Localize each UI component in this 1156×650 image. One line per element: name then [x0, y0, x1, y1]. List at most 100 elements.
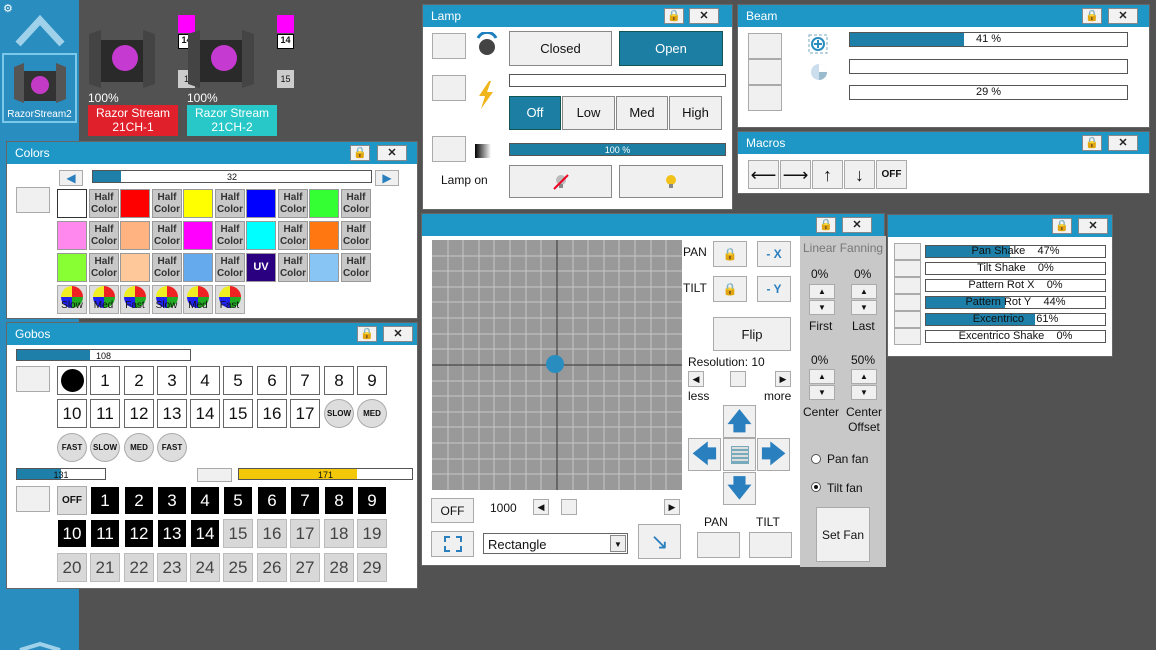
beam-bar-1[interactable]: 41 %: [849, 32, 1128, 47]
speed-slider-handle[interactable]: [561, 499, 577, 515]
gobo2-button[interactable]: 12: [124, 519, 154, 548]
gobo-button[interactable]: 9: [357, 366, 387, 395]
apply-efx-button[interactable]: ↘: [638, 524, 681, 559]
pan-lock-button[interactable]: 🔒: [713, 241, 747, 267]
gobo-button[interactable]: 6: [257, 366, 287, 395]
rainbow-speed-button[interactable]: Fast: [214, 285, 245, 314]
gobo2-button[interactable]: 13: [157, 519, 187, 548]
gobo2-button[interactable]: 18: [324, 519, 354, 548]
first-up-button[interactable]: ▲: [809, 284, 835, 299]
beam-bar-3[interactable]: 29 %: [849, 85, 1128, 100]
lock-icon[interactable]: 🔒: [664, 8, 684, 24]
color-wheel-bar[interactable]: 32: [92, 170, 372, 183]
gobo-button[interactable]: 12: [124, 399, 154, 428]
pan-fine-preset[interactable]: [697, 532, 740, 558]
gobo2-button[interactable]: 11: [90, 519, 120, 548]
speed-more-button[interactable]: ▶: [664, 499, 680, 515]
half-color-button[interactable]: Half Color: [152, 189, 182, 218]
minus-y-button[interactable]: - Y: [757, 276, 791, 302]
set-fan-button[interactable]: Set Fan: [816, 507, 870, 562]
gobo2-button[interactable]: 1: [90, 486, 120, 515]
gobo2-button[interactable]: 26: [257, 553, 287, 582]
gobo2-button[interactable]: 8: [324, 486, 354, 515]
gobo-rotation-bar[interactable]: 171: [238, 468, 413, 480]
resolution-less-button[interactable]: ◀: [688, 371, 704, 387]
color-swatch[interactable]: [309, 221, 339, 250]
close-button[interactable]: ✕: [1108, 8, 1138, 24]
half-color-button[interactable]: Half Color: [89, 221, 119, 250]
gobo2-button[interactable]: 24: [190, 553, 220, 582]
rainbow-speed-button[interactable]: Slow: [151, 285, 182, 314]
gobo-button[interactable]: 5: [223, 366, 253, 395]
gobo2-button[interactable]: 10: [57, 519, 87, 548]
color-swatch[interactable]: [183, 253, 213, 282]
speed-less-button[interactable]: ◀: [533, 499, 549, 515]
gobo-rotate-button[interactable]: SLOW: [90, 433, 120, 462]
gobo2-button[interactable]: 5: [223, 486, 253, 515]
expand-down-icon[interactable]: [15, 630, 65, 650]
half-color-button[interactable]: Half Color: [341, 189, 371, 218]
gobo2-off-button[interactable]: OFF: [57, 486, 87, 515]
gobo-button[interactable]: 16: [257, 399, 287, 428]
gobo2-button[interactable]: 25: [223, 553, 253, 582]
macro-left-button[interactable]: ⟵: [748, 160, 779, 189]
gobo-button[interactable]: 1: [90, 366, 120, 395]
close-button[interactable]: ✕: [842, 217, 872, 233]
color-swatch[interactable]: [246, 189, 276, 218]
color-swatch[interactable]: [183, 221, 213, 250]
shake-bar[interactable]: Pan Shake 47%: [925, 245, 1106, 258]
gobo-rotate-button[interactable]: FAST: [57, 433, 87, 462]
macro-right-button[interactable]: ⟶: [780, 160, 811, 189]
color-swatch[interactable]: [57, 253, 87, 282]
rainbow-speed-button[interactable]: Med: [183, 285, 213, 314]
gobo2-button[interactable]: 22: [124, 553, 154, 582]
lock-icon[interactable]: 🔒: [1052, 218, 1072, 234]
efx-off-button[interactable]: OFF: [431, 498, 474, 523]
center-down-button[interactable]: ▼: [809, 385, 835, 400]
half-color-button[interactable]: Half Color: [89, 189, 119, 218]
half-color-button[interactable]: Half Color: [152, 221, 182, 250]
shake-preset[interactable]: [894, 294, 921, 311]
macro-down-button[interactable]: ↓: [844, 160, 875, 189]
position-marker[interactable]: [546, 355, 564, 373]
lamp-strobe-preset[interactable]: [432, 75, 466, 101]
gobo2-button[interactable]: 28: [324, 553, 354, 582]
color-swatch[interactable]: [183, 189, 213, 218]
gobo2-button[interactable]: 15: [223, 519, 253, 548]
wheel-right-button[interactable]: ▶: [375, 170, 399, 186]
pan-fan-radio[interactable]: [811, 454, 821, 464]
tilt-fine-preset[interactable]: [749, 532, 792, 558]
color-swatch[interactable]: [246, 221, 276, 250]
lamp-on-button[interactable]: [619, 165, 723, 198]
close-button[interactable]: ✕: [1108, 135, 1138, 151]
shake-bar[interactable]: Pattern Rot X 0%: [925, 279, 1106, 292]
lamp-dimmer-preset[interactable]: [432, 136, 466, 162]
nudge-right-button[interactable]: 🡆: [757, 438, 790, 471]
color-swatch[interactable]: [309, 253, 339, 282]
half-color-button[interactable]: Half Color: [215, 221, 245, 250]
gobo2-button[interactable]: 4: [190, 486, 220, 515]
half-color-button[interactable]: Half Color: [89, 253, 119, 282]
pan-tilt-grid[interactable]: [432, 240, 682, 490]
gobo-button[interactable]: 13: [157, 399, 187, 428]
half-color-button[interactable]: Half Color: [215, 189, 245, 218]
lock-icon[interactable]: 🔒: [816, 217, 836, 233]
low-button[interactable]: Low: [562, 96, 615, 130]
gobo2-button[interactable]: 16: [257, 519, 287, 548]
gear-icon[interactable]: ⚙: [3, 2, 13, 15]
gobo-wheel-2-bar[interactable]: 131: [16, 468, 106, 480]
lock-icon[interactable]: 🔒: [1082, 135, 1102, 151]
flip-button[interactable]: Flip: [713, 317, 791, 351]
shake-preset[interactable]: [894, 243, 921, 260]
gobo-button[interactable]: 17: [290, 399, 320, 428]
gobo2-button[interactable]: 7: [290, 486, 320, 515]
shake-bar[interactable]: Pattern Rot Y 44%: [925, 296, 1106, 309]
beam-preset-2[interactable]: [748, 59, 782, 85]
shake-bar[interactable]: Excentrico 61%: [925, 313, 1106, 326]
gobo2-button[interactable]: 23: [157, 553, 187, 582]
offset-up-button[interactable]: ▲: [851, 369, 877, 384]
gobo-shake-button[interactable]: SLOW: [324, 399, 354, 428]
color-swatch[interactable]: [309, 189, 339, 218]
fixture-tile[interactable]: RazorStream2: [2, 53, 77, 123]
rainbow-speed-button[interactable]: Med: [88, 285, 119, 314]
